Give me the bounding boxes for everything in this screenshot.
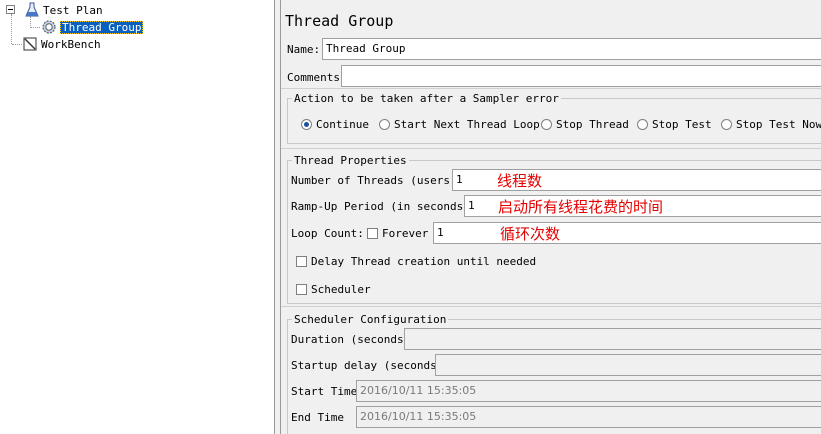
scheduler-checkbox[interactable]: Scheduler [296,283,371,296]
tree-connector [30,27,40,29]
radio-selected-icon [301,119,312,130]
tree-node-workbench[interactable]: WorkBench [22,36,101,52]
start-time-input[interactable]: 2016/10/11 15:35:05 [356,380,821,402]
threads-annotation: 线程数 [497,172,543,190]
thread-group-panel: Thread Group Name: Thread Group Comments… [280,0,821,434]
loop-count-label: Loop Count: [291,227,364,240]
checkbox-label: Scheduler [311,283,371,296]
rampup-annotation: 启动所有线程花费的时间 [498,198,664,216]
checkbox-icon [296,256,307,267]
delay-thread-checkbox[interactable]: Delay Thread creation until needed [296,255,536,268]
loop-count-annotation: 循环次数 [500,225,561,243]
radio-continue[interactable]: Continue [301,118,369,131]
scheduler-config-legend: Scheduler Configuration [292,313,449,326]
page-title: Thread Group [285,12,394,30]
radio-stop-thread[interactable]: Stop Thread [541,118,629,131]
end-time-input[interactable]: 2016/10/11 15:35:05 [356,406,821,428]
divider [281,148,821,149]
radio-icon [541,119,552,130]
start-time-label: Start Time [291,385,358,398]
startup-delay-label: Startup delay (seconds) [291,359,444,372]
tree-node-label: WorkBench [41,37,101,51]
tree-node-test-plan[interactable]: Test Plan [24,2,103,18]
end-time-label: End Time [291,411,344,424]
divider [281,88,821,89]
radio-stop-test-now[interactable]: Stop Test Now [721,118,821,131]
radio-stop-test[interactable]: Stop Test [637,118,712,131]
checkbox-label: Forever [382,227,429,240]
checkbox-icon [367,228,378,239]
radio-icon [721,119,732,130]
duration-input[interactable] [404,328,821,350]
name-input[interactable]: Thread Group [322,38,821,60]
radio-icon [637,119,648,130]
threads-label: Number of Threads (users): [291,174,464,187]
radio-icon [379,119,390,130]
divider [281,306,821,307]
checkbox-label: Delay Thread creation until needed [311,255,537,268]
workbench-icon [22,36,38,52]
test-plan-tree[interactable]: Test Plan Thread Group WorkBench [0,0,275,434]
comments-label: Comments: [287,71,347,84]
radio-label: Continue [316,118,369,131]
startup-delay-input[interactable] [435,354,821,376]
loop-count-input[interactable]: 1 [433,222,821,244]
rampup-label: Ramp-Up Period (in seconds): [291,200,477,213]
tree-node-thread-group[interactable]: Thread Group [41,19,144,35]
radio-start-next-thread-loop[interactable]: Start Next Thread Loop [379,118,540,131]
thread-properties-legend: Thread Properties [292,154,409,167]
gear-icon [41,19,57,35]
radio-label: Stop Test Now [736,118,821,131]
duration-label: Duration (seconds) [291,333,411,346]
radio-label: Start Next Thread Loop [394,118,540,131]
radio-label: Stop Test [652,118,712,131]
sampler-error-legend: Action to be taken after a Sampler error [292,92,561,105]
collapse-toggle-icon[interactable] [6,5,15,14]
tree-connector [11,14,13,44]
tree-node-label: Test Plan [43,3,103,17]
comments-input[interactable] [341,65,821,87]
forever-checkbox[interactable]: Forever [367,227,428,240]
checkbox-icon [296,284,307,295]
name-label: Name: [287,43,321,56]
tree-node-label: Thread Group [60,20,144,34]
test-plan-icon [24,2,40,18]
tree-connector [12,44,22,46]
radio-label: Stop Thread [556,118,629,131]
